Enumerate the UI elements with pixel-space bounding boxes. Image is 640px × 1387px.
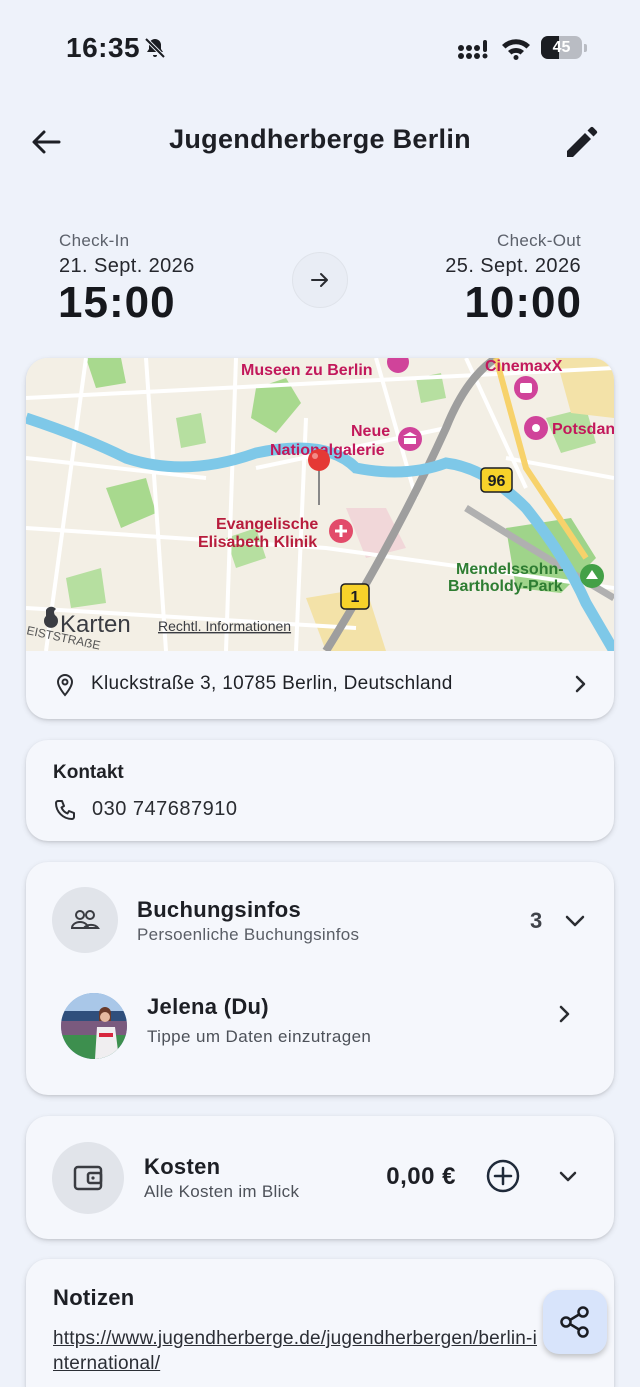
phone-icon [55,800,75,820]
chevron-down-icon[interactable] [556,1164,580,1188]
map-label-hospital-line1: Evangelische [216,516,318,533]
person-name[interactable]: Jelena (Du) [147,994,269,1020]
booking-card: Buchungsinfos Persoenliche Buchungsinfos… [26,862,614,1095]
address-row[interactable]: Kluckstraße 3, 10785 Berlin, Deutschland [26,651,614,719]
map-label-potsdam: Potsdan [552,421,614,438]
contact-card: Kontakt 030 747687910 [26,740,614,841]
chevron-right-icon [575,675,586,693]
map-label-hospital-line2: Elisabeth Klinik [198,534,317,551]
arrow-right-icon [292,252,348,308]
check-in-label: Check-In [59,231,130,250]
map-label-gallery-line1: Neue [351,423,390,440]
wifi-icon [502,39,530,60]
notes-card: Notizen https://www.jugendherberge.de/ju… [26,1259,614,1387]
booking-subtitle: Persoenliche Buchungsinfos [137,925,360,944]
phone-number[interactable]: 030 747687910 [92,798,238,821]
location-pin-icon [56,673,74,697]
wallet-icon [52,1142,124,1214]
map-label-museum: Museen zu Berlin [241,362,373,379]
pencil-icon[interactable] [560,120,604,164]
share-button[interactable] [543,1290,607,1354]
map-legal-link[interactable]: Rechtl. Informationen [158,618,291,634]
booking-count: 3 [530,908,543,933]
map-pin-icon [308,449,330,471]
map-view[interactable]: 96 1 Museen zu Berlin CinemaxX Neue Nati… [26,358,614,651]
chevron-right-icon[interactable] [552,1002,576,1026]
bell-muted-icon [144,37,166,59]
avatar [61,993,127,1059]
costs-subtitle: Alle Kosten im Blick [144,1182,300,1201]
check-out-date: 25. Sept. 2026 [445,255,581,277]
map-label-cinema: CinemaxX [485,358,563,375]
map-route-1: 1 [351,589,360,606]
chevron-down-icon[interactable] [562,908,588,934]
address-text: Kluckstraße 3, 10785 Berlin, Deutschland [91,673,453,694]
notes-link[interactable]: https://www.jugendherberge.de/jugendherb… [53,1326,543,1376]
status-bar: 16:35 45 [0,0,640,95]
location-card: 96 1 Museen zu Berlin CinemaxX Neue Nati… [26,358,614,719]
check-in-time: 15:00 [58,278,176,327]
costs-amount: 0,00 € [386,1163,456,1190]
status-time: 16:35 [66,32,141,63]
group-icon [52,887,118,953]
map-provider: Karten [60,611,131,638]
costs-title: Kosten [144,1154,221,1179]
contact-label: Kontakt [53,762,124,783]
share-icon [560,1306,589,1338]
page-title: Jugendherberge Berlin [169,124,471,154]
signal-icon [458,40,488,59]
booking-title: Buchungsinfos [137,897,302,922]
battery-icon: 45 [541,36,587,60]
add-circle-icon[interactable] [485,1158,521,1194]
check-out-label: Check-Out [497,231,581,250]
costs-card: Kosten Alle Kosten im Blick 0,00 € [26,1116,614,1239]
map-label-park-line2: Bartholdy-Park [448,578,563,595]
check-out-time: 10:00 [464,278,582,327]
check-in-date: 21. Sept. 2026 [59,255,195,277]
arrow-left-icon[interactable] [26,122,66,162]
person-hint: Tippe um Daten einzutragen [147,1027,372,1046]
map-label-park-line1: Mendelssohn- [456,561,564,578]
map-route-96: 96 [488,473,506,490]
notes-title: Notizen [53,1285,135,1310]
battery-level: 45 [552,39,571,56]
